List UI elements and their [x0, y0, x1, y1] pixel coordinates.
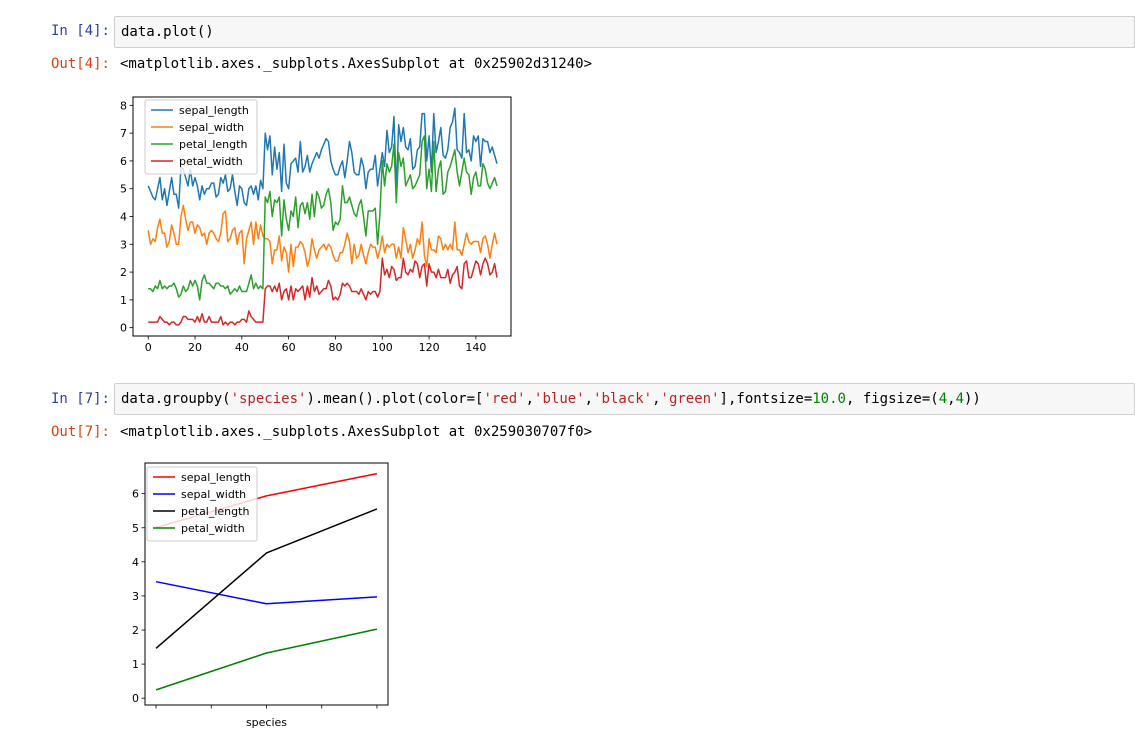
y-tick-label: 6 [132, 488, 139, 501]
series-line-sepal-width [147, 204, 498, 273]
y-tick-label: 7 [120, 127, 127, 140]
chart-iris-all-rows: 0123456780 20 40 60 80 100 120 140sepal_lengths… [120, 96, 512, 354]
cell2-code-token: , figsize=( [845, 391, 939, 407]
x-axis-label: species [246, 716, 287, 729]
cell1-code-input[interactable]: data.plot() [114, 16, 1135, 48]
y-tick-label: 3 [120, 238, 127, 251]
legend-label: petal_width [181, 522, 245, 535]
legend-label: sepal_width [181, 488, 246, 501]
cell2-code-token: 10.0 [812, 391, 846, 407]
y-tick-label: 2 [132, 624, 139, 637]
cell2-code-token: , [584, 391, 594, 407]
y-tick-label: 0 [132, 692, 139, 705]
cell1-out-prompt: Out[4]: [50, 56, 110, 72]
y-tick-label: 2 [120, 266, 127, 279]
legend-label: petal_length [179, 138, 247, 151]
cell1-code: data.plot() [121, 24, 214, 40]
cell2-code-token: 'green' [660, 391, 720, 407]
y-tick-label: 4 [132, 556, 139, 569]
x-tick-label: 0 [145, 341, 152, 354]
y-tick-label: 1 [132, 658, 139, 671]
y-tick-label: 3 [132, 590, 139, 603]
cell2-code-token: 'blue' [534, 391, 585, 407]
legend-label: sepal_length [179, 104, 249, 117]
legend-label: petal_width [179, 155, 243, 168]
x-tick-label: 100 [372, 341, 393, 354]
cell2-code-token: , [525, 391, 535, 407]
x-tick-label: 60 [282, 341, 296, 354]
cell2-code-token: 'red' [483, 391, 526, 407]
cell1-in-prompt: In [4]: [50, 23, 110, 39]
chart-species-means: 0 1 2 3 4 5 6 species sepal_length sepal_widthpet… [132, 462, 389, 729]
cell2-code-token: , [652, 391, 661, 407]
x-tick-label: 80 [328, 341, 342, 354]
cell2-code-token: , [947, 391, 956, 407]
y-tick-label: 0 [120, 322, 127, 335]
cell2-code-token: 'species' [230, 391, 307, 407]
cell2-code-token: 4 [955, 391, 964, 407]
y-tick-label: 8 [120, 99, 127, 112]
y-tick-label: 5 [132, 522, 139, 535]
cell2-code-token: )) [964, 391, 981, 407]
x-tick-label: 40 [235, 341, 249, 354]
cell2-code-token: 4 [938, 391, 948, 407]
x-tick-label: 120 [419, 341, 440, 354]
x-tick-label: 20 [188, 341, 202, 354]
legend-label: sepal_width [179, 121, 244, 134]
y-tick-label: 6 [120, 155, 127, 168]
legend-label: sepal_length [181, 471, 251, 484]
series-line-sepal-width [155, 580, 377, 605]
cell2-code-input[interactable]: data.groupby('species').mean().plot(colo… [114, 383, 1135, 415]
cell1-output-text: <matplotlib.axes._subplots.AxesSubplot a… [120, 56, 593, 72]
cell2-output-text: <matplotlib.axes._subplots.AxesSubplot a… [120, 424, 593, 440]
legend-label: petal_length [181, 505, 249, 518]
cell2-in-prompt: In [7]: [50, 391, 110, 407]
y-tick-label: 1 [120, 294, 127, 307]
series-line-petal-width [155, 628, 378, 691]
cell2-code-token: ],fontsize= [719, 391, 813, 407]
cell2-code-token: ).mean().plot(color=[ [306, 391, 484, 407]
cell2-code-token: 'black' [593, 391, 653, 407]
y-tick-label: 4 [120, 211, 127, 224]
cell2-code-token: data.groupby( [121, 391, 231, 407]
x-tick-label: 140 [465, 341, 486, 354]
y-tick-label: 5 [120, 183, 127, 196]
cell2-out-prompt: Out[7]: [50, 424, 110, 440]
